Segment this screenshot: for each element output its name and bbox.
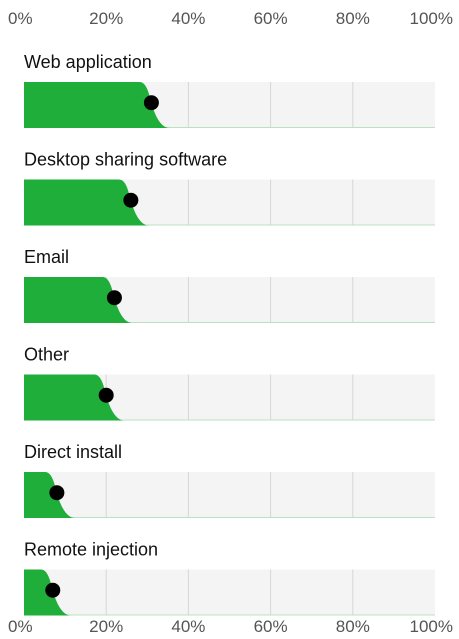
bottom-tick-label: 60% [254,617,288,636]
bar-track [24,569,435,616]
category-label: Other [24,345,69,365]
top-tick-label: 0% [8,9,33,28]
top-tick-label: 40% [171,9,205,28]
top-tick-label: 20% [89,9,123,28]
category-label: Remote injection [24,540,158,560]
bar-value-marker [106,290,122,306]
chart: 0% 0% 20% 20% 40% 40% 60% 60% 80% 80% 100% 100% Web … [0,0,459,639]
category-label: Direct install [24,442,122,462]
bar-row: Remote injection [24,540,435,616]
bar-row: Desktop sharing software [24,150,435,226]
category-label: Web application [24,52,152,72]
bar-value-marker [143,95,159,111]
bar-value-marker [49,485,65,501]
category-label: Desktop sharing software [24,150,227,170]
bar-value-marker [98,387,114,403]
bar-track [24,472,435,518]
bar-row: Other [24,345,435,421]
bar-value-marker [45,582,61,598]
bottom-tick-label: 40% [171,617,205,636]
top-tick-label: 100% [410,9,453,28]
category-label: Email [24,247,69,267]
bar-row: Direct install [24,442,435,518]
bottom-tick-label: 80% [336,617,370,636]
top-tick-label: 60% [254,9,288,28]
bar-row: Email [24,247,435,323]
bottom-tick-label: 0% [8,617,33,636]
bar-value-marker [123,192,139,208]
bottom-tick-label: 20% [89,617,123,636]
top-tick-label: 80% [336,9,370,28]
bottom-tick-label: 100% [410,617,453,636]
chart-svg: 0% 0% 20% 20% 40% 40% 60% 60% 80% 80% 100% 100% Web … [8,9,453,636]
bar-row: Web application [24,52,435,128]
